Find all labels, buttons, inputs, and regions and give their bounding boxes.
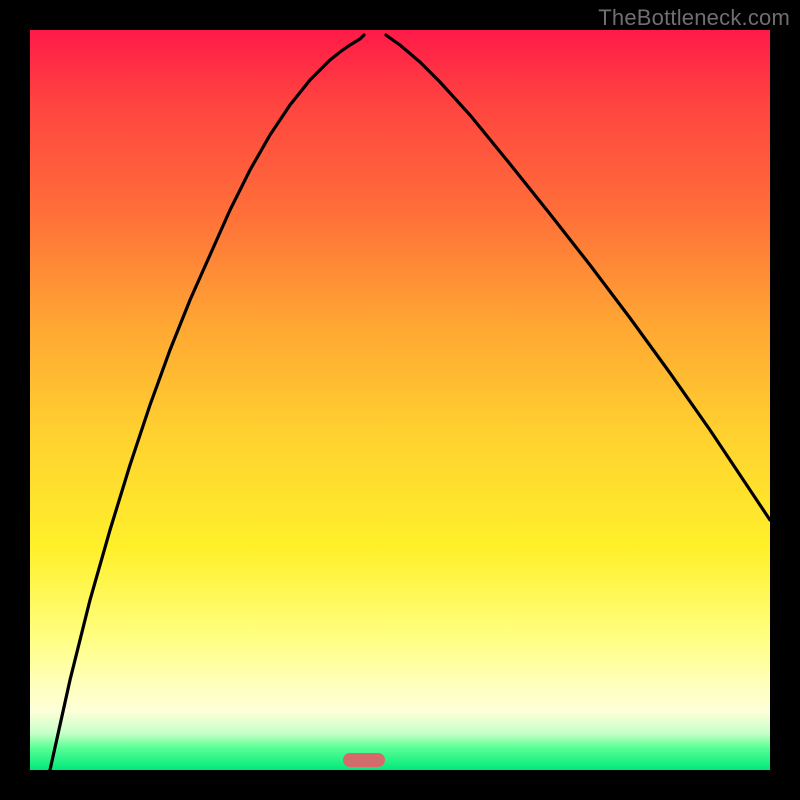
right-curve: [386, 35, 770, 520]
chart-frame: TheBottleneck.com: [0, 0, 800, 800]
watermark-text: TheBottleneck.com: [598, 5, 790, 31]
left-curve: [50, 35, 364, 770]
bottleneck-marker: [343, 753, 385, 767]
curves-svg: [30, 30, 770, 770]
chart-plot-area: [30, 30, 770, 770]
